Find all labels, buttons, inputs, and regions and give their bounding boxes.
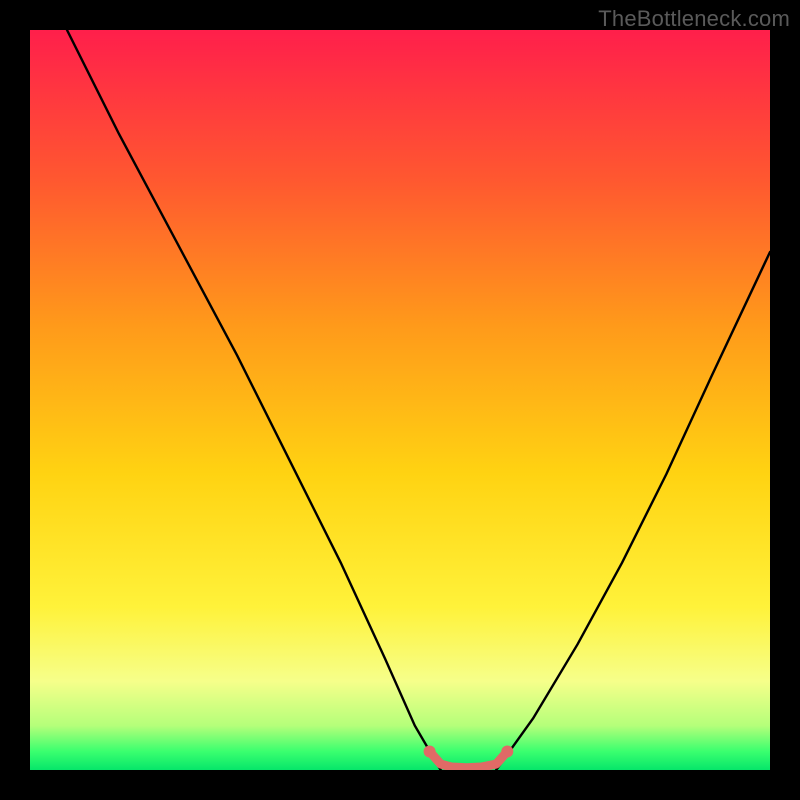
chart-svg [30,30,770,770]
chart-frame: TheBottleneck.com [0,0,800,800]
watermark-text: TheBottleneck.com [598,6,790,32]
highlight-endpoint [501,746,513,758]
highlight-endpoint [424,746,436,758]
plot-area [30,30,770,770]
gradient-background [30,30,770,770]
